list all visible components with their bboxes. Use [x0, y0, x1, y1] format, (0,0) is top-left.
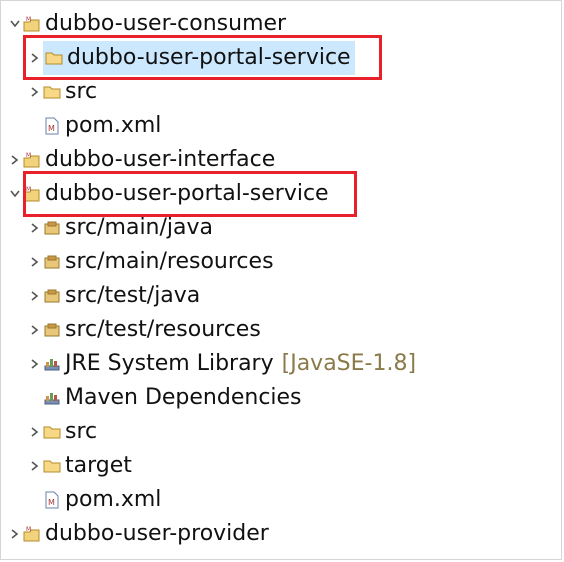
tree-item-target[interactable]: target — [27, 449, 132, 483]
tree-item-maven-dependencies[interactable]: Maven Dependencies — [43, 381, 302, 415]
chevron-down-icon[interactable] — [7, 177, 23, 211]
svg-text:M: M — [26, 152, 31, 159]
tree-item-pom-xml[interactable]: M pom.xml — [43, 109, 161, 143]
tree-item-src-test-resources[interactable]: src/test/resources — [27, 313, 261, 347]
maven-project-icon: M — [23, 525, 41, 543]
chevron-right-icon[interactable] — [27, 75, 43, 109]
tree-item-src-main-resources[interactable]: src/main/resources — [27, 245, 274, 279]
tree-item-src-main-java[interactable]: src/main/java — [27, 211, 213, 245]
folder-icon — [45, 49, 63, 67]
tree-item-dubbo-user-interface[interactable]: M dubbo-user-interface — [7, 143, 275, 177]
tree-item-label: src/test/resources — [65, 317, 261, 342]
source-folder-icon — [43, 287, 61, 305]
tree-item-dubbo-user-consumer[interactable]: M dubbo-user-consumer — [7, 7, 286, 41]
tree-item-decoration: [JavaSE-1.8] — [281, 351, 417, 376]
maven-project-icon: M — [23, 185, 41, 203]
svg-text:M: M — [26, 16, 31, 23]
tree-item-label: Maven Dependencies — [65, 385, 302, 410]
svg-text:M: M — [26, 186, 31, 193]
svg-text:M: M — [48, 124, 55, 133]
tree-item-label: src — [65, 419, 98, 444]
tree-item-label: dubbo-user-portal-service — [45, 181, 329, 206]
chevron-right-icon[interactable] — [27, 449, 43, 483]
tree-item-label: target — [65, 453, 132, 478]
tree-item-label: pom.xml — [65, 487, 162, 512]
folder-icon — [43, 83, 61, 101]
chevron-right-icon[interactable] — [27, 211, 43, 245]
pom-file-icon: M — [43, 117, 61, 135]
tree-item-src-test-java[interactable]: src/test/java — [27, 279, 200, 313]
tree-item-src-2[interactable]: src — [27, 415, 97, 449]
tree-item-label: dubbo-user-provider — [45, 521, 269, 546]
source-folder-icon — [43, 253, 61, 271]
tree-item-label: src/main/resources — [65, 249, 274, 274]
tree-item-dubbo-user-provider[interactable]: M dubbo-user-provider — [7, 517, 269, 551]
maven-project-icon: M — [23, 15, 41, 33]
tree-item-src[interactable]: src — [27, 75, 97, 109]
chevron-right-icon[interactable] — [7, 517, 23, 551]
tree-item-label: src/test/java — [65, 283, 201, 308]
chevron-right-icon[interactable] — [27, 245, 43, 279]
tree-item-label: dubbo-user-consumer — [45, 11, 287, 36]
project-explorer-tree: ​ M dubbo-user-consumer dubbo-user-porta… — [0, 0, 562, 560]
tree-item-dubbo-user-portal-service-folder[interactable]: dubbo-user-portal-service — [27, 41, 355, 75]
tree-item-label: src — [65, 79, 98, 104]
pom-file-icon: M — [43, 491, 61, 509]
source-folder-icon — [43, 321, 61, 339]
library-icon — [43, 389, 61, 407]
tree-item-dubbo-user-portal-service-project[interactable]: M dubbo-user-portal-service — [7, 177, 329, 211]
folder-icon — [43, 423, 61, 441]
library-icon — [43, 355, 61, 373]
folder-icon — [43, 457, 61, 475]
chevron-right-icon[interactable] — [27, 415, 43, 449]
chevron-right-icon[interactable] — [27, 347, 43, 381]
tree-item-label: JRE System Library — [65, 351, 274, 376]
svg-text:M: M — [26, 526, 31, 533]
selection-highlight: dubbo-user-portal-service — [43, 41, 355, 75]
chevron-right-icon[interactable] — [7, 143, 23, 177]
source-folder-icon — [43, 219, 61, 237]
chevron-right-icon[interactable] — [27, 313, 43, 347]
tree-item-pom-xml-2[interactable]: M pom.xml — [43, 483, 161, 517]
svg-text:M: M — [48, 498, 55, 507]
chevron-right-icon[interactable] — [27, 41, 43, 75]
maven-project-icon: M — [23, 151, 41, 169]
tree-item-label: src/main/java — [65, 215, 214, 240]
chevron-down-icon[interactable] — [7, 7, 23, 41]
tree-item-jre-system-library[interactable]: JRE System Library [JavaSE-1.8] — [27, 347, 416, 381]
tree-item-label: dubbo-user-portal-service — [67, 45, 351, 70]
tree-item-label: dubbo-user-interface — [45, 147, 276, 172]
chevron-right-icon[interactable] — [27, 279, 43, 313]
tree-item-label: pom.xml — [65, 113, 162, 138]
